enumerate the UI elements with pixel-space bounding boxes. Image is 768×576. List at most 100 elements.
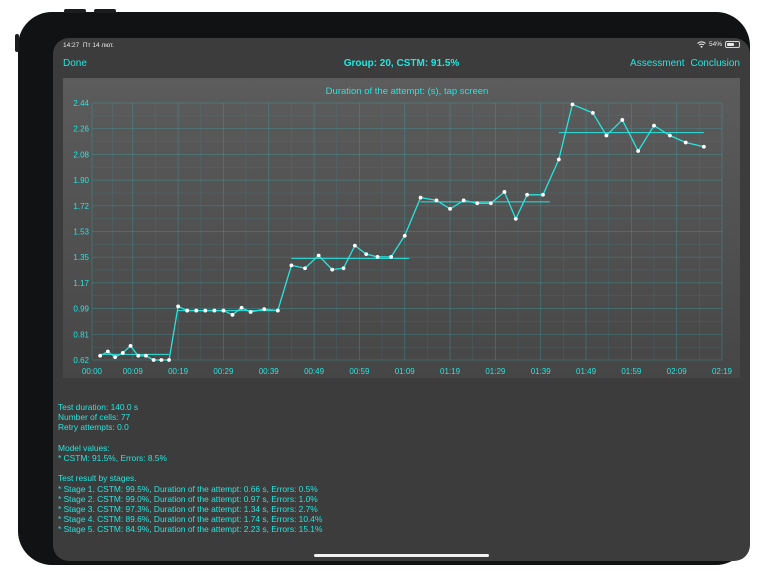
retry-attempts: Retry attempts: 0.0 [58, 422, 129, 433]
stage-line: * Stage 2. CSTM: 99.0%, Duration of the … [58, 493, 318, 504]
data-point [375, 255, 380, 259]
data-point [652, 123, 656, 128]
x-tick-label: 00:09 [123, 367, 144, 376]
y-tick-label: 0.81 [73, 330, 89, 339]
chart-title: Duration of the attempt: (s), tap screen [326, 86, 489, 97]
x-tick-label: 02:09 [667, 367, 688, 376]
data-point [475, 201, 480, 206]
x-tick-label: 01:49 [576, 367, 597, 376]
test-summary: Test duration: 140.0 s Number of cells: … [58, 402, 322, 535]
data-point [590, 110, 595, 115]
data-point [461, 198, 466, 203]
stages-heading: Test result by stages. [58, 473, 137, 484]
x-tick-label: 01:39 [531, 367, 552, 376]
status-indicators: 54% [697, 41, 740, 48]
stage-line: * Stage 5. CSTM: 84.9%, Duration of the … [58, 524, 323, 535]
data-point [221, 308, 226, 313]
y-tick-label: 2.08 [73, 150, 89, 159]
data-point [701, 144, 706, 149]
chart-canvas: 00:00 00:09 00:19 00:29 00:39 00:49 00:59 01:09… [73, 86, 733, 376]
x-tick-label: 00:59 [349, 367, 370, 376]
data-point [556, 157, 561, 162]
x-tick-label: 02:19 [712, 367, 733, 376]
data-point [113, 355, 118, 360]
data-point [212, 308, 217, 313]
data-point [120, 351, 125, 355]
data-point [620, 118, 625, 122]
navigation-bar: Done Group: 20, CSTM: 91.5% Assessment C… [53, 56, 750, 72]
y-tick-label: 0.99 [73, 305, 89, 314]
duration-chart[interactable]: 00:00 00:09 00:19 00:29 00:39 00:49 00:59 01:09… [63, 78, 740, 378]
x-tick-label: 01:29 [485, 367, 506, 376]
data-point [570, 102, 575, 107]
test-duration: Test duration: 140.0 s [58, 402, 139, 412]
data-point [194, 308, 199, 313]
data-point [176, 304, 181, 309]
x-tick-label: 00:49 [304, 367, 325, 376]
home-indicator[interactable] [314, 554, 489, 557]
battery-percent: 54% [708, 41, 722, 48]
tablet-frame: 14:27 Пт 14 лют. 54% Done Group: 20, CST… [15, 9, 750, 565]
top-button [64, 9, 86, 13]
status-time: 14:27 Пт 14 лют. [63, 42, 114, 49]
y-tick-label: 1.35 [73, 253, 89, 262]
data-point [636, 149, 641, 153]
data-point [144, 353, 148, 358]
data-point [248, 310, 253, 314]
data-point [136, 353, 141, 358]
data-point [159, 358, 164, 362]
data-point [330, 267, 335, 272]
data-point [98, 353, 103, 358]
conclusion-button[interactable]: Conclusion [691, 58, 740, 69]
x-tick-label: 00:39 [259, 367, 280, 376]
data-point [303, 266, 307, 271]
data-point [434, 198, 439, 203]
date: Пт 14 лют. [82, 42, 114, 49]
data-point [541, 192, 545, 197]
number-of-cells: Number of cells: 77 [58, 412, 131, 423]
data-point [364, 252, 369, 256]
battery-icon [725, 41, 740, 48]
data-point [185, 308, 190, 313]
data-point [352, 243, 357, 248]
data-point [402, 233, 407, 238]
stage-line: * Stage 3. CSTM: 97.3%, Duration of the … [58, 504, 318, 514]
model-values: * CSTM: 91.5%, Errors: 8.5% [58, 453, 167, 463]
x-tick-label: 00:19 [168, 367, 189, 376]
x-tick-label: 01:59 [621, 367, 642, 376]
data-point [262, 307, 267, 312]
data-point [488, 201, 493, 206]
clock: 14:27 [63, 42, 80, 49]
data-point [683, 140, 688, 145]
data-point [667, 133, 672, 138]
status-bar: 14:27 Пт 14 лют. 54% [53, 38, 750, 52]
data-point [167, 358, 171, 362]
data-point [239, 305, 244, 310]
data-point [151, 358, 156, 362]
y-tick-label: 1.53 [73, 228, 89, 237]
data-point [525, 192, 530, 197]
app-screen: 14:27 Пт 14 лют. 54% Done Group: 20, CST… [53, 38, 750, 561]
data-point [230, 312, 235, 317]
data-point [502, 190, 507, 194]
x-tick-label: 00:00 [82, 367, 103, 376]
x-tick-label: 00:29 [213, 367, 234, 376]
data-point [105, 349, 110, 354]
model-values-heading: Model values: [58, 442, 110, 453]
battery-level [727, 43, 735, 46]
data-point [604, 133, 609, 138]
data-point [275, 308, 280, 313]
assessment-button[interactable]: Assessment [630, 58, 684, 69]
y-tick-label: 2.44 [73, 99, 89, 108]
data-point [341, 266, 346, 271]
y-tick-label: 1.72 [73, 202, 89, 211]
data-point [389, 255, 394, 259]
data-point [203, 308, 208, 313]
data-point [448, 207, 452, 211]
nav-actions: Assessment Conclusion [630, 58, 740, 69]
top-button-2 [94, 9, 116, 13]
wifi-icon [697, 41, 706, 48]
data-point [418, 195, 423, 200]
